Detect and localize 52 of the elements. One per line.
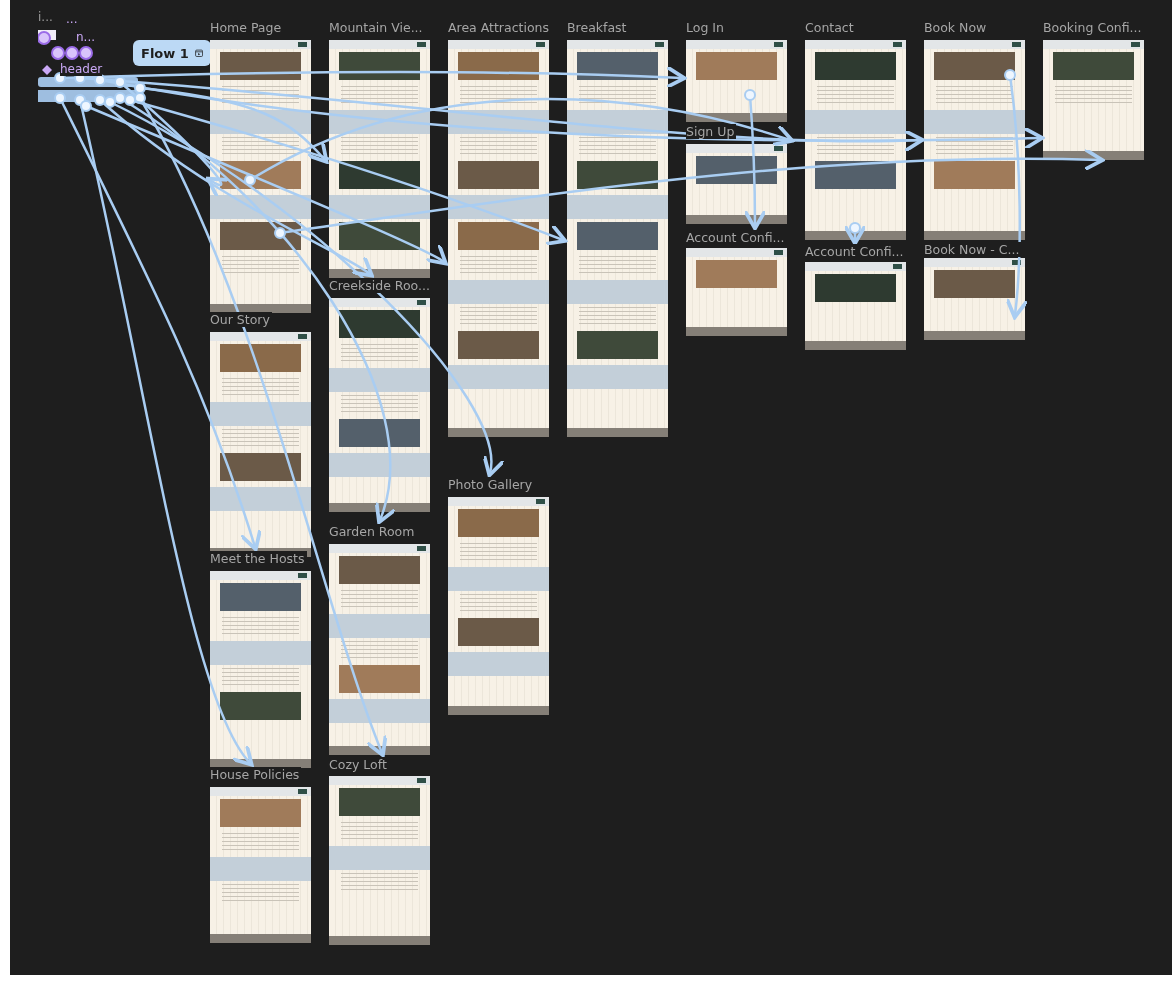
prototype-connector[interactable] <box>114 76 230 199</box>
layer-label[interactable]: i... <box>38 10 53 24</box>
page-thumbnail[interactable] <box>805 262 906 350</box>
page-thumbnail[interactable] <box>210 787 311 943</box>
page-thumbnail[interactable] <box>686 144 787 224</box>
prototype-connector[interactable] <box>114 92 396 525</box>
prototype-connector[interactable] <box>743 89 767 231</box>
frame-title[interactable]: House Policies <box>210 767 302 782</box>
prototype-connector[interactable] <box>94 74 1045 151</box>
frame-title[interactable]: Area Attractions <box>448 20 551 35</box>
frame-title[interactable]: Breakfast <box>567 20 629 35</box>
page-thumbnail[interactable] <box>329 40 430 278</box>
frame-title[interactable]: Photo Gallery <box>448 477 535 492</box>
frame-title[interactable]: Garden Room <box>329 524 417 539</box>
frame-title[interactable]: Cozy Loft <box>329 757 389 772</box>
frame-title[interactable]: Book Now - C... <box>924 242 1022 257</box>
page-thumbnail[interactable] <box>924 258 1025 340</box>
page-thumbnail[interactable] <box>805 40 906 240</box>
frame-title[interactable]: Mountain Vie... <box>329 20 425 35</box>
page-thumbnail[interactable] <box>1043 40 1144 160</box>
page-thumbnail[interactable] <box>329 544 430 755</box>
prototype-connector[interactable] <box>104 96 503 478</box>
frame-title[interactable]: Book Now <box>924 20 989 35</box>
frame-title[interactable]: Log In <box>686 20 726 35</box>
page-thumbnail[interactable] <box>686 40 787 122</box>
page-thumbnail[interactable] <box>924 40 1025 240</box>
frame-title[interactable]: Home Page <box>210 20 284 35</box>
frame-title[interactable]: Sign Up <box>686 124 737 139</box>
frame-title[interactable]: Meet the Hosts <box>210 551 307 566</box>
prototype-connector[interactable] <box>94 94 374 278</box>
frame-title[interactable]: Account Confi... <box>805 244 906 259</box>
prototype-connector[interactable] <box>124 94 568 246</box>
page-thumbnail[interactable] <box>448 497 549 715</box>
page-thumbnail[interactable] <box>448 40 549 437</box>
page-thumbnail[interactable] <box>210 571 311 768</box>
page-thumbnail[interactable] <box>329 776 430 945</box>
frame-title[interactable]: Creekside Roo... <box>329 278 432 293</box>
page-thumbnail[interactable] <box>686 248 787 336</box>
prototype-connector[interactable] <box>244 97 795 186</box>
frame-title[interactable]: Contact <box>805 20 856 35</box>
prototype-connector[interactable] <box>134 82 329 164</box>
page-thumbnail[interactable] <box>567 40 668 437</box>
play-icon <box>194 46 203 60</box>
layer-label[interactable]: header <box>60 62 103 76</box>
frame-title[interactable]: Our Story <box>210 312 272 327</box>
prototype-connector[interactable] <box>54 65 687 90</box>
prototype-connector[interactable] <box>843 222 867 246</box>
page-thumbnail[interactable] <box>329 298 430 512</box>
flow-button[interactable]: Flow 1 <box>133 40 211 66</box>
frame-title[interactable]: Booking Confi... <box>1043 20 1144 35</box>
frame-title[interactable]: Account Confi... <box>686 230 787 245</box>
prototype-connector[interactable] <box>80 100 448 266</box>
